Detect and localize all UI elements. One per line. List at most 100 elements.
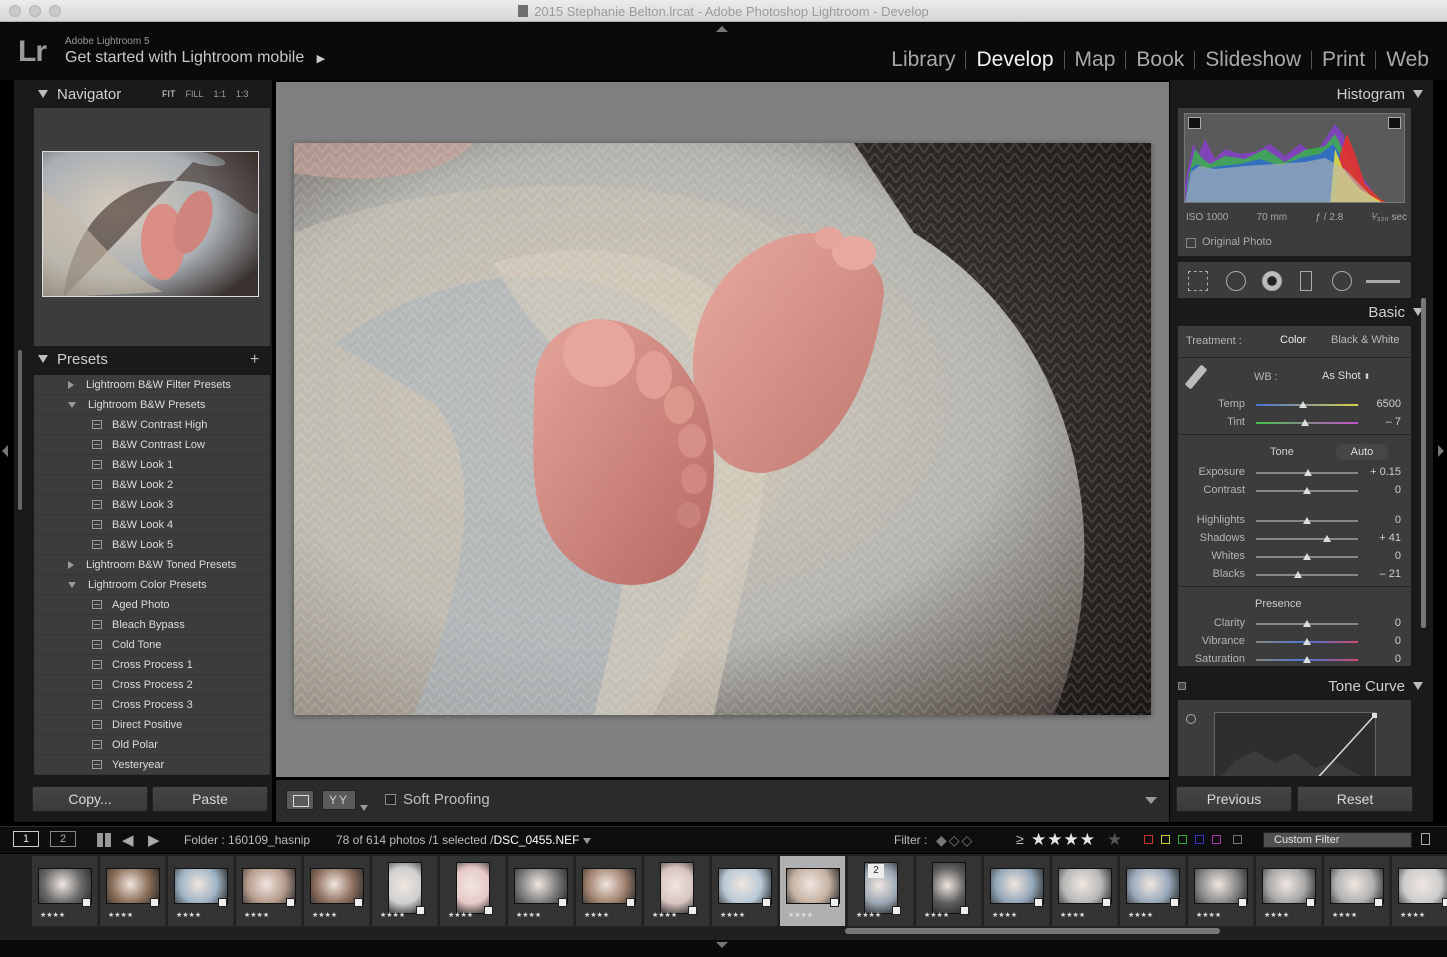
custom-filter-dropdown[interactable]: Custom Filter xyxy=(1263,832,1412,848)
crop-tool-icon[interactable] xyxy=(1188,271,1208,291)
module-book[interactable]: Book xyxy=(1126,48,1194,72)
slider-temp[interactable] xyxy=(1256,404,1358,406)
filmstrip-thumbnail[interactable]: ★★★★ xyxy=(780,856,846,926)
before-after-button[interactable]: YY xyxy=(322,790,356,810)
slider-value-clarity[interactable]: 0 xyxy=(1361,617,1401,629)
slider-handle[interactable] xyxy=(1303,620,1311,627)
color-label-blue[interactable] xyxy=(1195,835,1204,844)
original-photo-checkbox[interactable] xyxy=(1186,238,1196,248)
module-develop[interactable]: Develop xyxy=(966,48,1063,72)
filmstrip-thumbnail[interactable]: ★★★★ xyxy=(440,856,506,926)
preset-item[interactable]: B&W Look 2 xyxy=(34,475,270,495)
paste-settings-button[interactable]: Paste xyxy=(152,786,268,812)
filmstrip-thumbnail[interactable]: ★★★★ xyxy=(1324,856,1390,926)
preset-item[interactable]: Cold Tone xyxy=(34,635,270,655)
left-panel-scrollbar[interactable] xyxy=(18,350,22,510)
red-eye-icon[interactable] xyxy=(1262,271,1282,291)
slider-value-tint[interactable]: – 7 xyxy=(1361,416,1401,428)
navigator-header[interactable]: Navigator xyxy=(38,86,121,110)
preset-item[interactable]: Cross Process 2 xyxy=(34,675,270,695)
slider-blacks[interactable] xyxy=(1256,574,1358,576)
shadow-clipping-indicator[interactable] xyxy=(1188,117,1201,129)
adjustment-brush-icon[interactable] xyxy=(1366,280,1400,283)
spot-removal-icon[interactable] xyxy=(1226,271,1246,291)
right-panel-scrollbar[interactable] xyxy=(1421,298,1426,628)
presets-header[interactable]: Presets xyxy=(38,351,108,375)
histogram-graph[interactable] xyxy=(1184,113,1405,203)
slider-value-exposure[interactable]: + 0.15 xyxy=(1361,466,1401,478)
basic-header[interactable]: Basic xyxy=(1368,304,1423,321)
filmstrip-thumbnail[interactable]: ★★★★ xyxy=(916,856,982,926)
slider-handle[interactable] xyxy=(1303,656,1311,663)
top-panel-toggle-icon[interactable] xyxy=(716,26,728,32)
reset-button[interactable]: Reset xyxy=(1297,786,1413,812)
preset-item[interactable]: Cross Process 1 xyxy=(34,655,270,675)
main-photo[interactable] xyxy=(294,143,1151,715)
targeted-adjustment-icon[interactable] xyxy=(1186,714,1196,724)
slider-handle[interactable] xyxy=(1303,553,1311,560)
module-slideshow[interactable]: Slideshow xyxy=(1195,48,1311,72)
loupe-view[interactable] xyxy=(276,82,1169,777)
histogram-header[interactable]: Histogram xyxy=(1337,86,1423,103)
module-library[interactable]: Library xyxy=(881,48,965,72)
color-label-red[interactable] xyxy=(1144,835,1153,844)
filmstrip-thumbnail[interactable]: ★★★★ xyxy=(100,856,166,926)
grid-view-icon[interactable] xyxy=(97,833,111,847)
slider-handle[interactable] xyxy=(1323,535,1332,542)
treatment-color-option[interactable]: Color xyxy=(1280,334,1306,346)
slider-handle[interactable] xyxy=(1304,469,1313,476)
slider-value-saturation[interactable]: 0 xyxy=(1361,653,1401,665)
slider-value-temp[interactable]: 6500 xyxy=(1361,398,1401,410)
slider-handle[interactable] xyxy=(1303,638,1311,645)
rating-operator[interactable]: ≥ xyxy=(1016,831,1024,847)
navigator-thumbnail[interactable] xyxy=(42,151,259,297)
white-balance-selector-icon[interactable] xyxy=(1184,364,1208,390)
preset-item[interactable]: Old Polar xyxy=(34,735,270,755)
filmstrip-thumbnail[interactable]: ★★★★ xyxy=(1256,856,1322,926)
rating-filter-empty-star[interactable]: ★ xyxy=(1107,830,1123,850)
navigator-preview[interactable] xyxy=(34,108,270,346)
auto-tone-button[interactable]: Auto xyxy=(1336,444,1388,460)
tone-curve-graph[interactable] xyxy=(1214,712,1377,776)
rating-filter-stars[interactable]: ★★★★ xyxy=(1031,830,1096,850)
preset-item[interactable]: Cross Process 3 xyxy=(34,695,270,715)
back-arrow-icon[interactable]: ◀ xyxy=(122,831,134,849)
color-label-purple[interactable] xyxy=(1212,835,1221,844)
before-after-dropdown-icon[interactable] xyxy=(360,798,368,816)
preset-item[interactable]: B&W Look 3 xyxy=(34,495,270,515)
treatment-bw-option[interactable]: Black & White xyxy=(1331,334,1399,346)
right-panel-toggle-icon[interactable] xyxy=(1438,445,1444,457)
filmstrip-thumbnail[interactable]: ★★★★ xyxy=(168,856,234,926)
filmstrip-thumbnail[interactable]: ★★★★ 2 xyxy=(848,856,914,926)
soft-proofing-checkbox[interactable] xyxy=(385,794,396,805)
filmstrip-thumbnail[interactable]: ★★★★ xyxy=(1392,856,1447,926)
slider-value-vibrance[interactable]: 0 xyxy=(1361,635,1401,647)
highlight-clipping-indicator[interactable] xyxy=(1388,117,1401,129)
disclosure-open-icon[interactable] xyxy=(68,581,76,588)
primary-window-button[interactable]: 1 xyxy=(13,831,39,847)
filmstrip-thumbnail[interactable]: ★★★★ xyxy=(372,856,438,926)
slider-handle[interactable] xyxy=(1303,487,1311,494)
graduated-filter-icon[interactable] xyxy=(1300,271,1312,291)
disclosure-open-icon[interactable] xyxy=(68,401,76,408)
slider-value-shadows[interactable]: + 41 xyxy=(1361,532,1401,544)
loupe-view-button[interactable] xyxy=(286,790,314,810)
zoom-fill[interactable]: FILL xyxy=(186,89,204,99)
module-map[interactable]: Map xyxy=(1065,48,1126,72)
filmstrip-thumbnail[interactable]: ★★★★ xyxy=(644,856,710,926)
mobile-prompt[interactable]: Get started with Lightroom mobile ▶ xyxy=(65,49,325,67)
zoom-1-3[interactable]: 1:3 xyxy=(236,89,249,99)
preset-item[interactable]: Bleach Bypass xyxy=(34,615,270,635)
slider-value-blacks[interactable]: – 21 xyxy=(1361,568,1401,580)
preset-folder[interactable]: Lightroom Color Presets xyxy=(34,575,270,595)
preset-folder[interactable]: Lightroom B&W Filter Presets xyxy=(34,375,270,395)
disclosure-closed-icon[interactable] xyxy=(68,560,74,569)
add-preset-icon[interactable]: + xyxy=(250,351,259,369)
preset-folder[interactable]: Lightroom B&W Presets xyxy=(34,395,270,415)
photo-count[interactable]: 78 of 614 photos /1 selected /DSC_0455.N… xyxy=(336,833,591,847)
flag-filter-icons[interactable]: ◆◇◇ xyxy=(936,832,974,849)
filter-lock-icon[interactable] xyxy=(1421,833,1430,845)
preset-item[interactable]: Direct Positive xyxy=(34,715,270,735)
preset-folder[interactable]: Lightroom B&W Toned Presets xyxy=(34,555,270,575)
filmstrip-toggle-icon[interactable] xyxy=(716,942,728,948)
